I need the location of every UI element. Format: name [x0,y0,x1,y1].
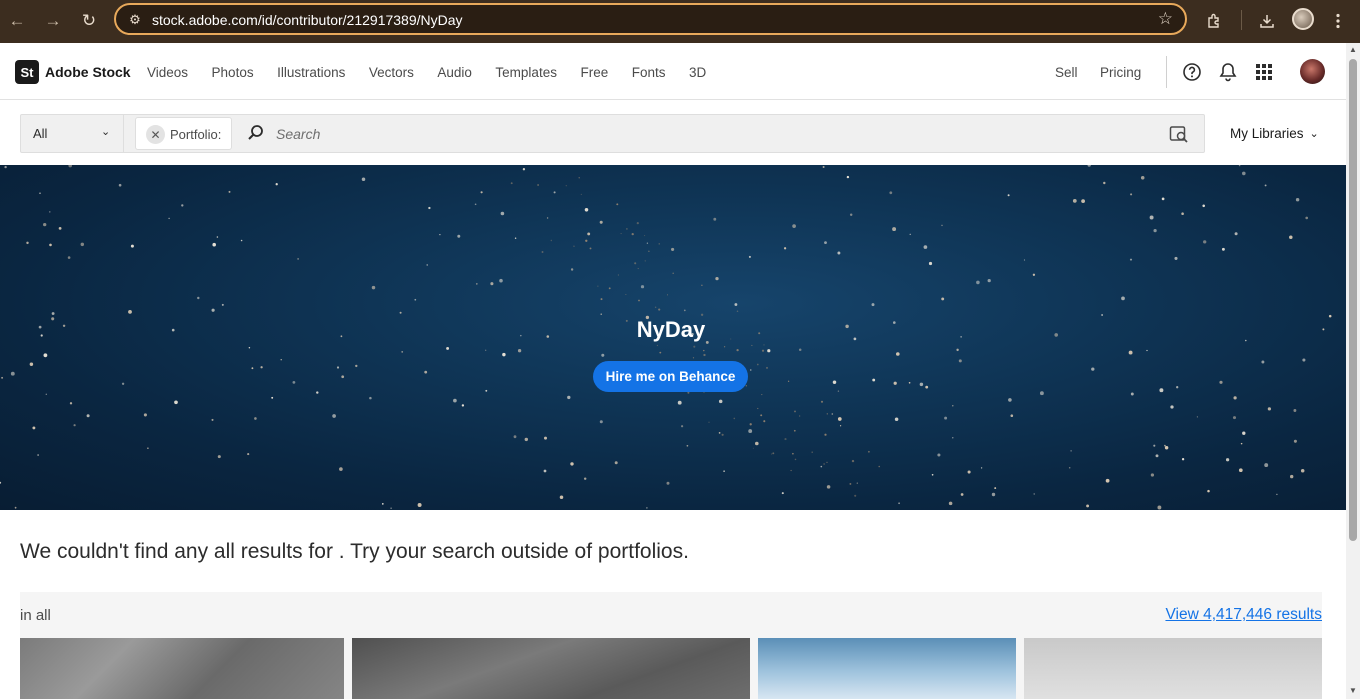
nav-photos[interactable]: Photos [212,65,254,80]
url-text[interactable]: stock.adobe.com/id/contributor/212917389… [152,12,463,28]
chevron-down-icon: ⌄ [101,126,111,138]
hire-on-behance-button[interactable]: Hire me on Behance [593,361,748,392]
browser-profile-avatar[interactable] [1292,8,1314,30]
nav-videos[interactable]: Videos [147,65,188,80]
my-libraries-button[interactable]: My Libraries ⌄ [1230,126,1319,141]
nav-templates[interactable]: Templates [495,65,557,80]
bell-icon[interactable] [1217,61,1239,83]
menu-dots-icon[interactable] [1326,9,1350,33]
logo-name: Adobe Stock [45,64,131,80]
header-divider [1166,56,1167,88]
result-thumbnail[interactable] [1024,638,1322,699]
download-icon[interactable] [1255,9,1279,33]
view-all-results-link[interactable]: View 4,417,446 results [1165,606,1322,624]
browser-toolbar: ← → ↻ ⚙ stock.adobe.com/id/contributor/2… [0,0,1360,43]
my-libraries-label: My Libraries [1230,126,1304,141]
result-thumbnail[interactable] [20,638,344,699]
nav-audio[interactable]: Audio [437,65,472,80]
nav-illustrations[interactable]: Illustrations [277,65,345,80]
apps-grid-icon[interactable] [1253,61,1275,83]
logo-mark: St [15,60,39,84]
address-bar[interactable]: ⚙ stock.adobe.com/id/contributor/2129173… [114,3,1187,35]
extensions-icon[interactable] [1202,9,1226,33]
contributor-name: NyDay [636,317,706,342]
reload-icon[interactable]: ↻ [77,9,101,33]
site-info-icon[interactable]: ⚙ [126,11,144,29]
search-input[interactable] [276,121,1156,147]
pricing-link[interactable]: Pricing [1100,65,1141,80]
result-thumbnail[interactable] [758,638,1016,699]
close-icon[interactable]: ✕ [146,125,165,144]
chip-label: Portfolio: [170,127,222,142]
nav-fonts[interactable]: Fonts [632,65,666,80]
main-nav: Videos Photos Illustrations Vectors Audi… [147,65,730,80]
nav-3d[interactable]: 3D [689,65,706,80]
scroll-down-icon[interactable]: ▼ [1349,687,1357,695]
bookmark-star-icon[interactable]: ☆ [1158,9,1173,29]
chevron-down-icon: ⌄ [1309,128,1319,140]
user-avatar[interactable] [1300,59,1325,84]
page-scrollbar[interactable]: ▲ ▼ [1346,43,1360,699]
content-type-select[interactable]: All ⌄ [21,115,124,152]
help-icon[interactable] [1181,61,1203,83]
site-header: St Adobe Stock Videos Photos Illustratio… [0,43,1346,100]
search-icon [247,124,265,142]
nav-free[interactable]: Free [580,65,608,80]
results-scope: in all [20,607,51,624]
content-type-value: All [33,126,48,141]
portfolio-filter-chip: ✕ Portfolio: [135,117,232,150]
search-row: All ⌄ ✕ Portfolio: My Libraries ⌄ [0,100,1346,165]
scrollbar-thumb[interactable] [1349,59,1357,541]
visual-search-icon[interactable] [1169,124,1189,144]
page: St Adobe Stock Videos Photos Illustratio… [0,43,1346,699]
no-results-message: We couldn't find any all results for . T… [20,540,689,563]
portfolio-hero: NyDay Hire me on Behance [0,165,1346,510]
search-bar: All ⌄ ✕ Portfolio: [20,114,1205,153]
back-icon[interactable]: ← [5,9,29,33]
forward-icon[interactable]: → [41,9,65,33]
result-thumbnail[interactable] [352,638,750,699]
sell-link[interactable]: Sell [1055,65,1078,80]
toolbar-divider [1241,10,1242,30]
adobe-stock-logo[interactable]: St Adobe Stock [15,60,131,84]
results-section: in all View 4,417,446 results [20,592,1322,699]
nav-vectors[interactable]: Vectors [369,65,414,80]
scroll-up-icon[interactable]: ▲ [1349,46,1357,54]
